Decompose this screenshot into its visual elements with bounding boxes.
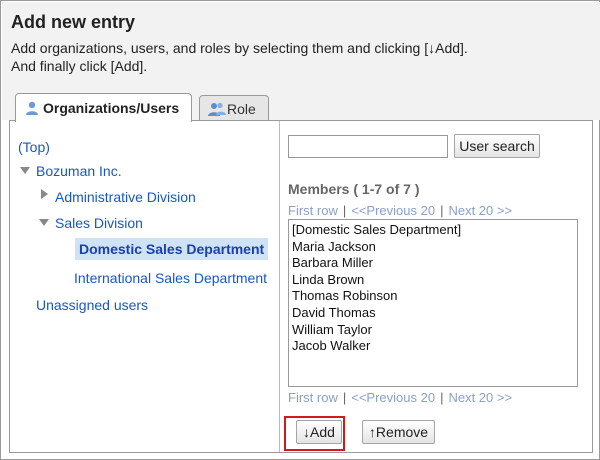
pager-separator: |: [440, 390, 444, 405]
role-users-icon: [208, 101, 226, 117]
selection-panel: (Top) Bozuman Inc. Administrative Divisi…: [9, 120, 593, 453]
pager-next[interactable]: Next 20 >>: [448, 390, 512, 405]
pager-previous[interactable]: <<Previous 20: [351, 390, 435, 405]
members-count-title: Members ( 1-7 of 7 ): [288, 181, 420, 197]
pager-top: First row | <<Previous 20 | Next 20 >>: [288, 203, 512, 218]
list-item[interactable]: Linda Brown: [292, 272, 574, 289]
dialog-frame: Add new entry Add organizations, users, …: [0, 0, 600, 460]
organization-tree: (Top) Bozuman Inc. Administrative Divisi…: [10, 121, 280, 452]
pager-bottom: First row | <<Previous 20 | Next 20 >>: [288, 390, 512, 405]
tree-item-sales-division[interactable]: Sales Division: [55, 215, 143, 231]
pager-separator: |: [342, 203, 347, 218]
tree-item-bozuman[interactable]: Bozuman Inc.: [36, 163, 122, 179]
collapse-arrow-icon[interactable]: [39, 219, 49, 226]
list-item[interactable]: [Domestic Sales Department]: [292, 222, 574, 239]
expand-arrow-icon[interactable]: [41, 189, 48, 199]
page-title: Add new entry: [11, 12, 136, 32]
tree-item-top[interactable]: (Top): [18, 139, 50, 155]
user-search-button[interactable]: User search: [454, 134, 540, 158]
tree-item-administrative-division[interactable]: Administrative Division: [55, 189, 196, 205]
highlight-box: [284, 416, 345, 451]
tab-role[interactable]: Role: [199, 95, 269, 121]
tab-label: Organizations/Users: [43, 100, 180, 116]
list-item[interactable]: Maria Jackson: [292, 239, 574, 256]
remove-button[interactable]: ↑Remove: [362, 420, 435, 444]
pager-first-row[interactable]: First row: [288, 203, 338, 218]
list-item[interactable]: David Thomas: [292, 305, 574, 322]
instruction-line-1: Add organizations, users, and roles by s…: [11, 40, 468, 56]
tree-item-international-sales-department[interactable]: International Sales Department: [74, 270, 267, 286]
tree-item-unassigned-users[interactable]: Unassigned users: [36, 297, 148, 313]
collapse-arrow-icon[interactable]: [20, 167, 30, 174]
tab-label: Role: [227, 100, 256, 117]
list-item[interactable]: Jacob Walker: [292, 338, 574, 355]
pager-first-row[interactable]: First row: [288, 390, 338, 405]
members-pane: User search Members ( 1-7 of 7 ) First r…: [288, 121, 588, 452]
tree-item-domestic-sales-department[interactable]: Domestic Sales Department: [75, 238, 269, 260]
tab-organizations-users[interactable]: Organizations/Users: [15, 93, 192, 122]
pager-separator: |: [440, 203, 444, 218]
pager-separator: |: [342, 390, 347, 405]
instruction-line-2: And finally click [Add].: [11, 58, 148, 74]
list-item[interactable]: William Taylor: [292, 322, 574, 339]
user-icon: [24, 100, 40, 116]
list-item[interactable]: Barbara Miller: [292, 255, 574, 272]
user-search-input[interactable]: [288, 135, 448, 158]
members-listbox[interactable]: [Domestic Sales Department] Maria Jackso…: [288, 219, 578, 387]
pager-next[interactable]: Next 20 >>: [448, 203, 512, 218]
pager-previous[interactable]: <<Previous 20: [351, 203, 435, 218]
list-item[interactable]: Thomas Robinson: [292, 288, 574, 305]
